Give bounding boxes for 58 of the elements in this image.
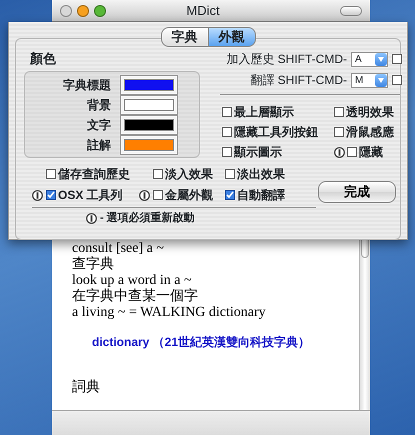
definition-line: look up a word in a ~ — [72, 273, 192, 288]
caret-icon — [375, 74, 387, 86]
definition-line: 查字典 — [72, 257, 114, 273]
section-heading: 顏色 — [30, 50, 57, 68]
checkbox[interactable] — [222, 107, 232, 117]
checkbox[interactable] — [392, 54, 402, 64]
checkbox-label[interactable]: 最上層顯示 — [234, 103, 294, 121]
restart-note: - 選項必須重新啟動 — [100, 210, 195, 226]
color-swatch[interactable] — [121, 136, 177, 154]
toolbar-toggle-button[interactable] — [340, 6, 362, 16]
checkbox[interactable] — [222, 127, 232, 137]
checkbox[interactable] — [334, 127, 344, 137]
color-label: 註解 — [86, 136, 111, 154]
checkbox[interactable] — [225, 169, 235, 179]
window-title: MDict — [185, 2, 221, 20]
checkbox-label[interactable]: 自動翻譯 — [237, 186, 285, 204]
hotkey-label: 加入歷史 SHIFT-CMD- — [226, 51, 347, 68]
checkbox-label[interactable]: 金屬外觀 — [165, 186, 213, 204]
checkbox[interactable] — [153, 190, 163, 200]
color-label: 字典標題 — [62, 76, 111, 94]
caret-icon — [375, 52, 387, 66]
info-icon — [86, 212, 97, 224]
zoom-button[interactable] — [94, 4, 106, 16]
checkbox[interactable] — [225, 190, 235, 200]
checkbox[interactable] — [392, 75, 402, 85]
checkbox[interactable] — [347, 147, 357, 157]
key-select[interactable]: A — [351, 52, 388, 66]
done-button[interactable]: 完成 — [318, 181, 396, 203]
checkbox-label[interactable]: 儲存查詢歷史 — [58, 165, 130, 183]
checkbox-label[interactable]: 顯示圖示 — [234, 143, 282, 161]
checkbox[interactable] — [46, 190, 56, 200]
checkbox-label[interactable]: 隱藏工具列按鈕 — [234, 123, 318, 141]
checkbox[interactable] — [46, 169, 56, 179]
minimize-button[interactable] — [77, 4, 89, 16]
definition-line: consult [see] a ~ — [72, 241, 164, 256]
checkbox-label[interactable]: 透明效果 — [346, 103, 394, 121]
checkbox-label[interactable]: 滑鼠感應 — [346, 123, 394, 141]
checkbox[interactable] — [153, 169, 163, 179]
entry-heading: dictionary （21世紀英漢雙向科技字典） — [92, 334, 310, 350]
color-swatch[interactable] — [121, 116, 177, 134]
definition-line: 詞典 — [72, 380, 100, 396]
tab[interactable]: 字典 — [160, 27, 208, 47]
checkbox[interactable] — [334, 107, 344, 117]
key-select[interactable]: M — [351, 72, 388, 88]
checkbox-label[interactable]: 隱藏 — [359, 143, 383, 161]
tab[interactable]: 外觀 — [208, 27, 256, 47]
close-button[interactable] — [60, 4, 72, 16]
definition-line: 在字典中查某一個字 — [72, 289, 198, 305]
checkbox-label[interactable]: OSX 工具列 — [58, 186, 123, 204]
checkbox-label[interactable]: 淡出效果 — [237, 165, 285, 183]
color-label: 文字 — [86, 116, 111, 134]
color-swatch[interactable] — [121, 76, 177, 94]
checkbox-label[interactable]: 淡入效果 — [165, 165, 213, 183]
definition-line: a living ~ = WALKING dictionary — [72, 305, 266, 321]
checkbox[interactable] — [222, 147, 232, 157]
color-swatch[interactable] — [121, 96, 177, 114]
color-label: 背景 — [86, 96, 111, 114]
hotkey-label: 翻譯 SHIFT-CMD- — [250, 72, 347, 89]
